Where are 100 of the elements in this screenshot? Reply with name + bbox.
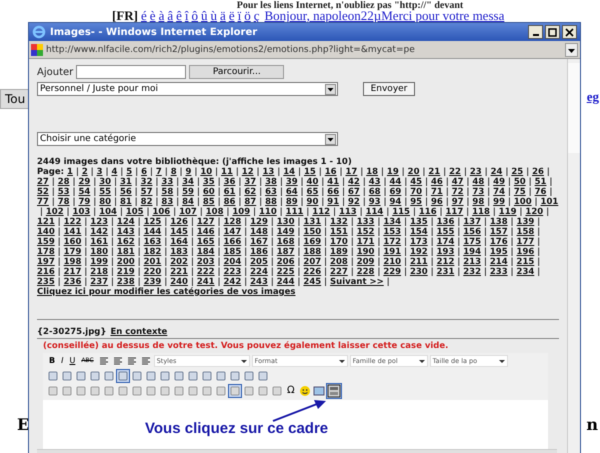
page-link[interactable]: 74 (493, 187, 505, 197)
page-link[interactable]: 78 (58, 197, 70, 207)
page-link[interactable]: 143 (116, 227, 135, 237)
page-link[interactable]: 124 (116, 217, 135, 227)
image-insert-icon[interactable] (326, 384, 341, 398)
page-link[interactable]: 157 (490, 227, 508, 237)
page-link[interactable]: 2 (82, 167, 88, 177)
page-link[interactable]: 27 (37, 177, 49, 187)
send-button[interactable]: Envoyer (363, 82, 415, 96)
page-link[interactable]: 221 (170, 267, 188, 277)
page-link[interactable]: 118 (472, 207, 490, 217)
page-link[interactable]: 29 (78, 177, 90, 187)
page-link[interactable]: 196 (516, 247, 534, 257)
page-link[interactable]: 59 (182, 187, 194, 197)
page-link[interactable]: 235 (37, 277, 55, 287)
page-link[interactable]: 60 (202, 187, 215, 197)
page-link[interactable]: 176 (490, 237, 508, 247)
page-link[interactable]: 199 (90, 257, 108, 267)
page-link[interactable]: 147 (223, 227, 242, 237)
page-link[interactable]: 70 (410, 187, 422, 197)
page-link[interactable]: 158 (516, 227, 534, 237)
page-link[interactable]: 139 (516, 217, 534, 227)
page-link[interactable]: 120 (525, 207, 544, 217)
toolbar-icon[interactable] (159, 384, 171, 396)
page-link[interactable]: 52 (37, 187, 49, 197)
page-link[interactable]: 168 (276, 237, 295, 247)
toolbar-icon[interactable] (103, 370, 115, 382)
page-link[interactable]: 228 (356, 267, 374, 277)
align-icon[interactable] (98, 354, 110, 366)
page-link[interactable]: 175 (463, 237, 481, 247)
page-link[interactable]: 155 (436, 227, 454, 237)
toolbar-icon[interactable] (173, 370, 185, 382)
page-link[interactable]: 102 (46, 207, 64, 217)
page-link[interactable]: 89 (286, 197, 298, 207)
page-link[interactable]: 63 (265, 187, 277, 197)
page-link[interactable]: 167 (250, 237, 268, 247)
page-link[interactable]: 126 (170, 217, 188, 227)
page-link[interactable]: 49 (493, 177, 505, 187)
page-link[interactable]: 129 (250, 217, 268, 227)
toolbar-icon[interactable] (271, 384, 283, 396)
toolbar-icon[interactable] (117, 384, 129, 396)
page-link[interactable]: 72 (452, 187, 464, 197)
page-link[interactable]: 21 (428, 167, 440, 177)
page-link[interactable]: 16 (324, 167, 337, 177)
page-link[interactable]: 128 (223, 217, 242, 227)
toolbar-icon[interactable] (89, 370, 101, 382)
page-link[interactable]: 195 (490, 247, 508, 257)
page-link[interactable]: 83 (161, 197, 174, 207)
page-link[interactable]: 44 (389, 177, 402, 187)
page-link[interactable]: 32 (140, 177, 153, 187)
page-link[interactable]: 100 (514, 197, 532, 207)
page-link[interactable]: 193 (436, 247, 454, 257)
page-link[interactable]: 182 (144, 247, 162, 257)
page-link[interactable]: 171 (356, 237, 374, 247)
page-link[interactable]: 210 (383, 257, 402, 267)
page-link[interactable]: 205 (250, 257, 268, 267)
page-link[interactable]: 116 (418, 207, 437, 217)
page-link[interactable]: 28 (58, 177, 70, 187)
toolbar-icon[interactable] (187, 370, 199, 382)
page-link[interactable]: 239 (144, 277, 162, 287)
editor-text-area[interactable]: Vous cliquez sur ce cadre (43, 400, 548, 449)
page-link[interactable]: 119 (498, 207, 517, 217)
page-link[interactable]: 76 (534, 187, 546, 197)
page-link[interactable]: 166 (223, 237, 242, 247)
page-link[interactable]: 58 (161, 187, 174, 197)
accent-link[interactable]: ë (228, 10, 235, 22)
accent-link[interactable]: é (141, 10, 147, 22)
page-link[interactable]: 203 (196, 257, 215, 267)
page-link[interactable]: 65 (306, 187, 318, 197)
page-link[interactable]: 1 (67, 167, 73, 177)
page-link[interactable]: 7 (156, 167, 162, 177)
toolbar-icon[interactable] (131, 384, 143, 396)
page-link[interactable]: 62 (244, 187, 256, 197)
toolbar-icon[interactable] (243, 370, 255, 382)
toolbar-icon[interactable] (61, 384, 73, 396)
page-link[interactable]: 194 (463, 247, 481, 257)
page-link[interactable]: 23 (470, 167, 482, 177)
toolbar-icon[interactable] (47, 384, 59, 396)
page-link[interactable]: 150 (303, 227, 322, 237)
special-char-button[interactable]: Ω (285, 384, 297, 396)
page-link[interactable]: 161 (90, 237, 108, 247)
accent-link[interactable]: ï (238, 10, 242, 22)
toolbar-icon[interactable] (215, 370, 227, 382)
page-link[interactable]: 109 (232, 207, 250, 217)
file-input-field[interactable] (76, 65, 186, 79)
page-link[interactable]: 185 (223, 247, 242, 257)
page-link[interactable]: 96 (430, 197, 443, 207)
page-link[interactable]: 10 (200, 167, 212, 177)
page-link[interactable]: 34 (182, 177, 194, 187)
align-icon[interactable] (126, 354, 138, 366)
page-link[interactable]: 117 (446, 207, 464, 217)
page-link[interactable]: 4 (111, 167, 118, 177)
format-button[interactable]: B (47, 354, 58, 366)
accent-link[interactable]: ô (192, 10, 198, 22)
page-link[interactable]: 236 (64, 277, 82, 287)
page-link[interactable]: 180 (90, 247, 108, 257)
page-link[interactable]: 112 (312, 207, 330, 217)
page-link[interactable]: 11 (221, 167, 233, 177)
page-link[interactable]: 71 (430, 187, 443, 197)
page-link[interactable]: 211 (410, 257, 428, 267)
